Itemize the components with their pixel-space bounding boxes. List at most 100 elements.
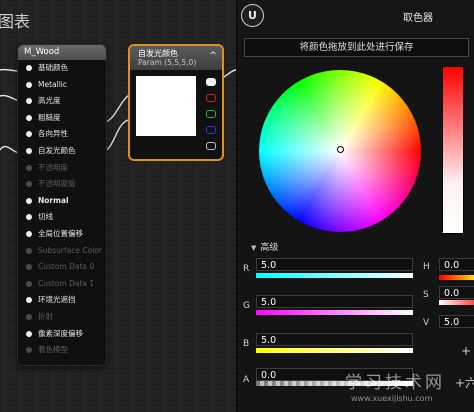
material-pin-label: 着色模型: [38, 345, 68, 355]
red-channel-label: R: [243, 264, 250, 274]
material-pin-row[interactable]: Normal: [18, 193, 106, 210]
picker-window-title: 取色器: [403, 13, 433, 24]
picker-titlebar[interactable]: U 取色器: [237, 0, 474, 34]
red-channel-gradient[interactable]: [256, 273, 413, 278]
pin-circle-icon[interactable]: [26, 247, 32, 254]
output-pin-icon[interactable]: [206, 78, 216, 86]
color-picker-window: U 取色器 将颜色拖放到此处进行保存 ◢ ◣ ▼ 高级 R 5.0 G 5.0 B…: [236, 0, 474, 412]
value-slider-handle-right[interactable]: ◣: [457, 227, 462, 234]
material-pin-row[interactable]: Subsurface Color: [18, 243, 106, 260]
material-pin-row[interactable]: 环境光遮挡: [18, 292, 106, 309]
material-pin-label: 全局位置偏移: [38, 228, 83, 238]
material-pin-label: 切线: [38, 212, 53, 222]
blue-channel-gradient[interactable]: [256, 348, 413, 353]
pin-circle-icon[interactable]: [26, 81, 32, 88]
color-swatch[interactable]: [136, 76, 196, 136]
material-pin-label: 不透明蒙版: [38, 179, 76, 189]
material-pin-label: 高光度: [38, 96, 61, 106]
material-pin-label: 粗糙度: [38, 112, 61, 122]
value-label: V: [423, 318, 430, 328]
material-pin-label: 像素深度偏移: [38, 328, 83, 338]
blue-channel-field[interactable]: 5.0: [256, 333, 413, 346]
red-channel-field[interactable]: 5.0: [256, 258, 413, 271]
triangle-down-icon: ▼: [251, 244, 257, 252]
material-pin-list: 基础颜色 Metallic 高光度粗糙度各向异性自发光颜色不透明度不透明蒙版 Norm…: [18, 60, 106, 359]
pin-circle-icon[interactable]: [26, 297, 32, 304]
material-pin-row[interactable]: 基础颜色: [18, 60, 106, 77]
material-pin-row[interactable]: Metallic: [18, 77, 106, 94]
material-pin-label: 不透明度: [38, 162, 68, 172]
material-output-node[interactable]: M_Wood 基础颜色 Metallic 高光度粗糙度各向异性自发光颜色不透明度不透…: [17, 44, 107, 366]
hue-field[interactable]: 0.0: [439, 258, 474, 271]
material-pin-label: Normal: [38, 195, 69, 205]
material-pin-label: 基础颜色: [38, 63, 68, 72]
output-pin-icon[interactable]: [206, 94, 216, 102]
add-theme-button[interactable]: +六: [455, 374, 474, 391]
material-pin-row[interactable]: 不透明蒙版: [18, 176, 106, 193]
unreal-logo-icon: U: [241, 4, 264, 27]
pin-circle-icon[interactable]: [26, 164, 32, 171]
material-pin-row[interactable]: 全局位置偏移: [18, 226, 106, 243]
hue-gradient[interactable]: [439, 275, 474, 280]
material-pin-label: Metallic: [38, 79, 67, 89]
material-pin-row[interactable]: 着色模型: [18, 342, 106, 359]
material-pin-row[interactable]: 粗糙度: [18, 110, 106, 127]
material-pin-row[interactable]: 高光度: [18, 93, 106, 110]
material-pin-label: Custom Data 1: [38, 278, 95, 288]
output-pin-icon[interactable]: [206, 110, 216, 118]
material-pin-label: 折射: [38, 311, 53, 321]
value-slider[interactable]: ◢ ◣: [442, 66, 464, 234]
pin-circle-icon[interactable]: [26, 147, 32, 154]
green-channel-label: G: [243, 301, 250, 311]
param-node-header: 自发光颜色 Param (5,5,5,0) ^: [130, 46, 222, 70]
green-channel-field[interactable]: 5.0: [256, 295, 413, 308]
material-graph-panel[interactable]: 图表 M_Wood 基础颜色 Metallic 高光度 粗糙度 各向异性 自发光颜色 不透明…: [0, 0, 236, 412]
material-pin-label: Subsurface Color: [38, 245, 102, 255]
output-pin-icon[interactable]: [206, 142, 216, 150]
output-pin-icon[interactable]: [206, 126, 216, 134]
advanced-label: 高级: [260, 243, 279, 253]
hue-label: H: [423, 262, 430, 272]
pin-circle-icon[interactable]: [26, 197, 32, 204]
pin-circle-icon[interactable]: [26, 280, 32, 287]
chevron-up-icon[interactable]: ^: [208, 51, 218, 61]
pin-circle-icon[interactable]: [26, 347, 32, 354]
material-pin-row[interactable]: 像素深度偏移: [18, 326, 106, 343]
material-pin-row[interactable]: 切线: [18, 209, 106, 226]
pin-circle-icon[interactable]: [26, 98, 32, 105]
material-pin-row[interactable]: 自发光颜色: [18, 143, 106, 160]
watermark-text: 学习技术网: [345, 373, 445, 393]
pin-circle-icon[interactable]: [26, 330, 32, 337]
pin-circle-icon[interactable]: [26, 313, 32, 320]
pin-circle-icon[interactable]: [26, 65, 32, 71]
material-pin-label: 环境光遮挡: [38, 295, 76, 305]
alpha-channel-label: A: [243, 375, 250, 385]
material-pin-row[interactable]: Custom Data 0: [18, 259, 106, 276]
material-pin-label: Custom Data 0: [38, 262, 95, 272]
material-pin-row[interactable]: 不透明度: [18, 160, 106, 177]
material-pin-row[interactable]: 折射: [18, 309, 106, 326]
emissive-param-node[interactable]: 自发光颜色 Param (5,5,5,0) ^: [128, 44, 224, 161]
color-wheel-cursor[interactable]: [337, 146, 344, 153]
saturation-field[interactable]: 0.0: [439, 286, 474, 299]
color-save-dropzone[interactable]: 将颜色拖放到此处进行保存: [244, 38, 469, 57]
saturation-gradient[interactable]: [439, 300, 474, 305]
param-node-subtitle: Param (5,5,5,0): [138, 58, 197, 67]
saturation-label: S: [423, 290, 429, 300]
pin-circle-icon[interactable]: [26, 131, 32, 138]
advanced-section-toggle[interactable]: ▼ 高级: [251, 240, 278, 253]
green-channel-gradient[interactable]: [256, 310, 413, 315]
pin-circle-icon[interactable]: [26, 181, 32, 188]
value-field[interactable]: 5.0: [439, 315, 474, 328]
material-pin-row[interactable]: Custom Data 1: [18, 276, 106, 293]
value-slider-handle-left[interactable]: ◢: [442, 227, 447, 234]
pin-circle-icon[interactable]: [26, 230, 32, 237]
material-node-title: M_Wood: [18, 45, 106, 60]
pin-circle-icon[interactable]: [26, 264, 32, 271]
material-pin-row[interactable]: 各向异性: [18, 126, 106, 143]
material-pin-label: 自发光颜色: [38, 145, 76, 155]
pin-circle-icon[interactable]: [26, 214, 32, 221]
pin-circle-icon[interactable]: [26, 114, 32, 121]
add-swatch-button[interactable]: +: [461, 344, 471, 358]
material-pin-label: 各向异性: [38, 129, 68, 139]
